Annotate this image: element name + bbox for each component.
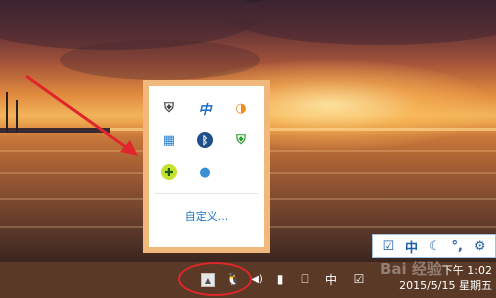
ime-language-bar: ☑ 中 ☾ °, ⚙	[372, 234, 496, 258]
overflow-panel-body: ⛨ 中 ◑ ▦ ᛒ ⛨ ✚ ● 自定义...	[149, 86, 264, 247]
punctuation-icon[interactable]: °,	[452, 239, 463, 254]
notification-overflow-panel: ⛨ 中 ◑ ▦ ᛒ ⛨ ✚ ● 自定义...	[143, 80, 270, 253]
network-monitor-icon[interactable]: ▦	[159, 130, 179, 150]
browser-icon[interactable]: ◑	[231, 98, 251, 118]
network-icon[interactable]: ⎕	[296, 270, 314, 288]
action-center-icon[interactable]: ☑	[350, 270, 368, 288]
cloud-shape	[230, 0, 496, 45]
ime-indicator[interactable]: 中	[322, 270, 340, 288]
battery-icon[interactable]: ▮	[272, 270, 288, 288]
annotation-circle	[178, 262, 252, 296]
clock-date: 2015/5/15 星期五	[399, 279, 492, 292]
moon-icon[interactable]: ☾	[429, 239, 441, 254]
security-shield-icon[interactable]: ⛨	[231, 130, 251, 150]
gear-icon[interactable]: ⚙	[474, 239, 486, 254]
plus-antivirus-icon[interactable]: ✚	[159, 162, 179, 182]
system-clock[interactable]: 下午 1:02 2015/5/15 星期五	[399, 263, 492, 293]
cloud-icon[interactable]: ●	[195, 162, 215, 182]
check-icon[interactable]: ☑	[382, 239, 394, 254]
panel-divider	[155, 193, 258, 194]
shield-icon[interactable]: ⛨	[159, 98, 179, 118]
ime-zhong-icon[interactable]: 中	[195, 98, 215, 118]
ime-zhong-label[interactable]: 中	[405, 237, 418, 256]
pier-post	[16, 100, 18, 132]
pier-post	[6, 92, 8, 132]
bluetooth-icon[interactable]: ᛒ	[195, 130, 215, 150]
clock-time: 下午 1:02	[441, 264, 492, 277]
customize-link[interactable]: 自定义...	[149, 208, 264, 224]
